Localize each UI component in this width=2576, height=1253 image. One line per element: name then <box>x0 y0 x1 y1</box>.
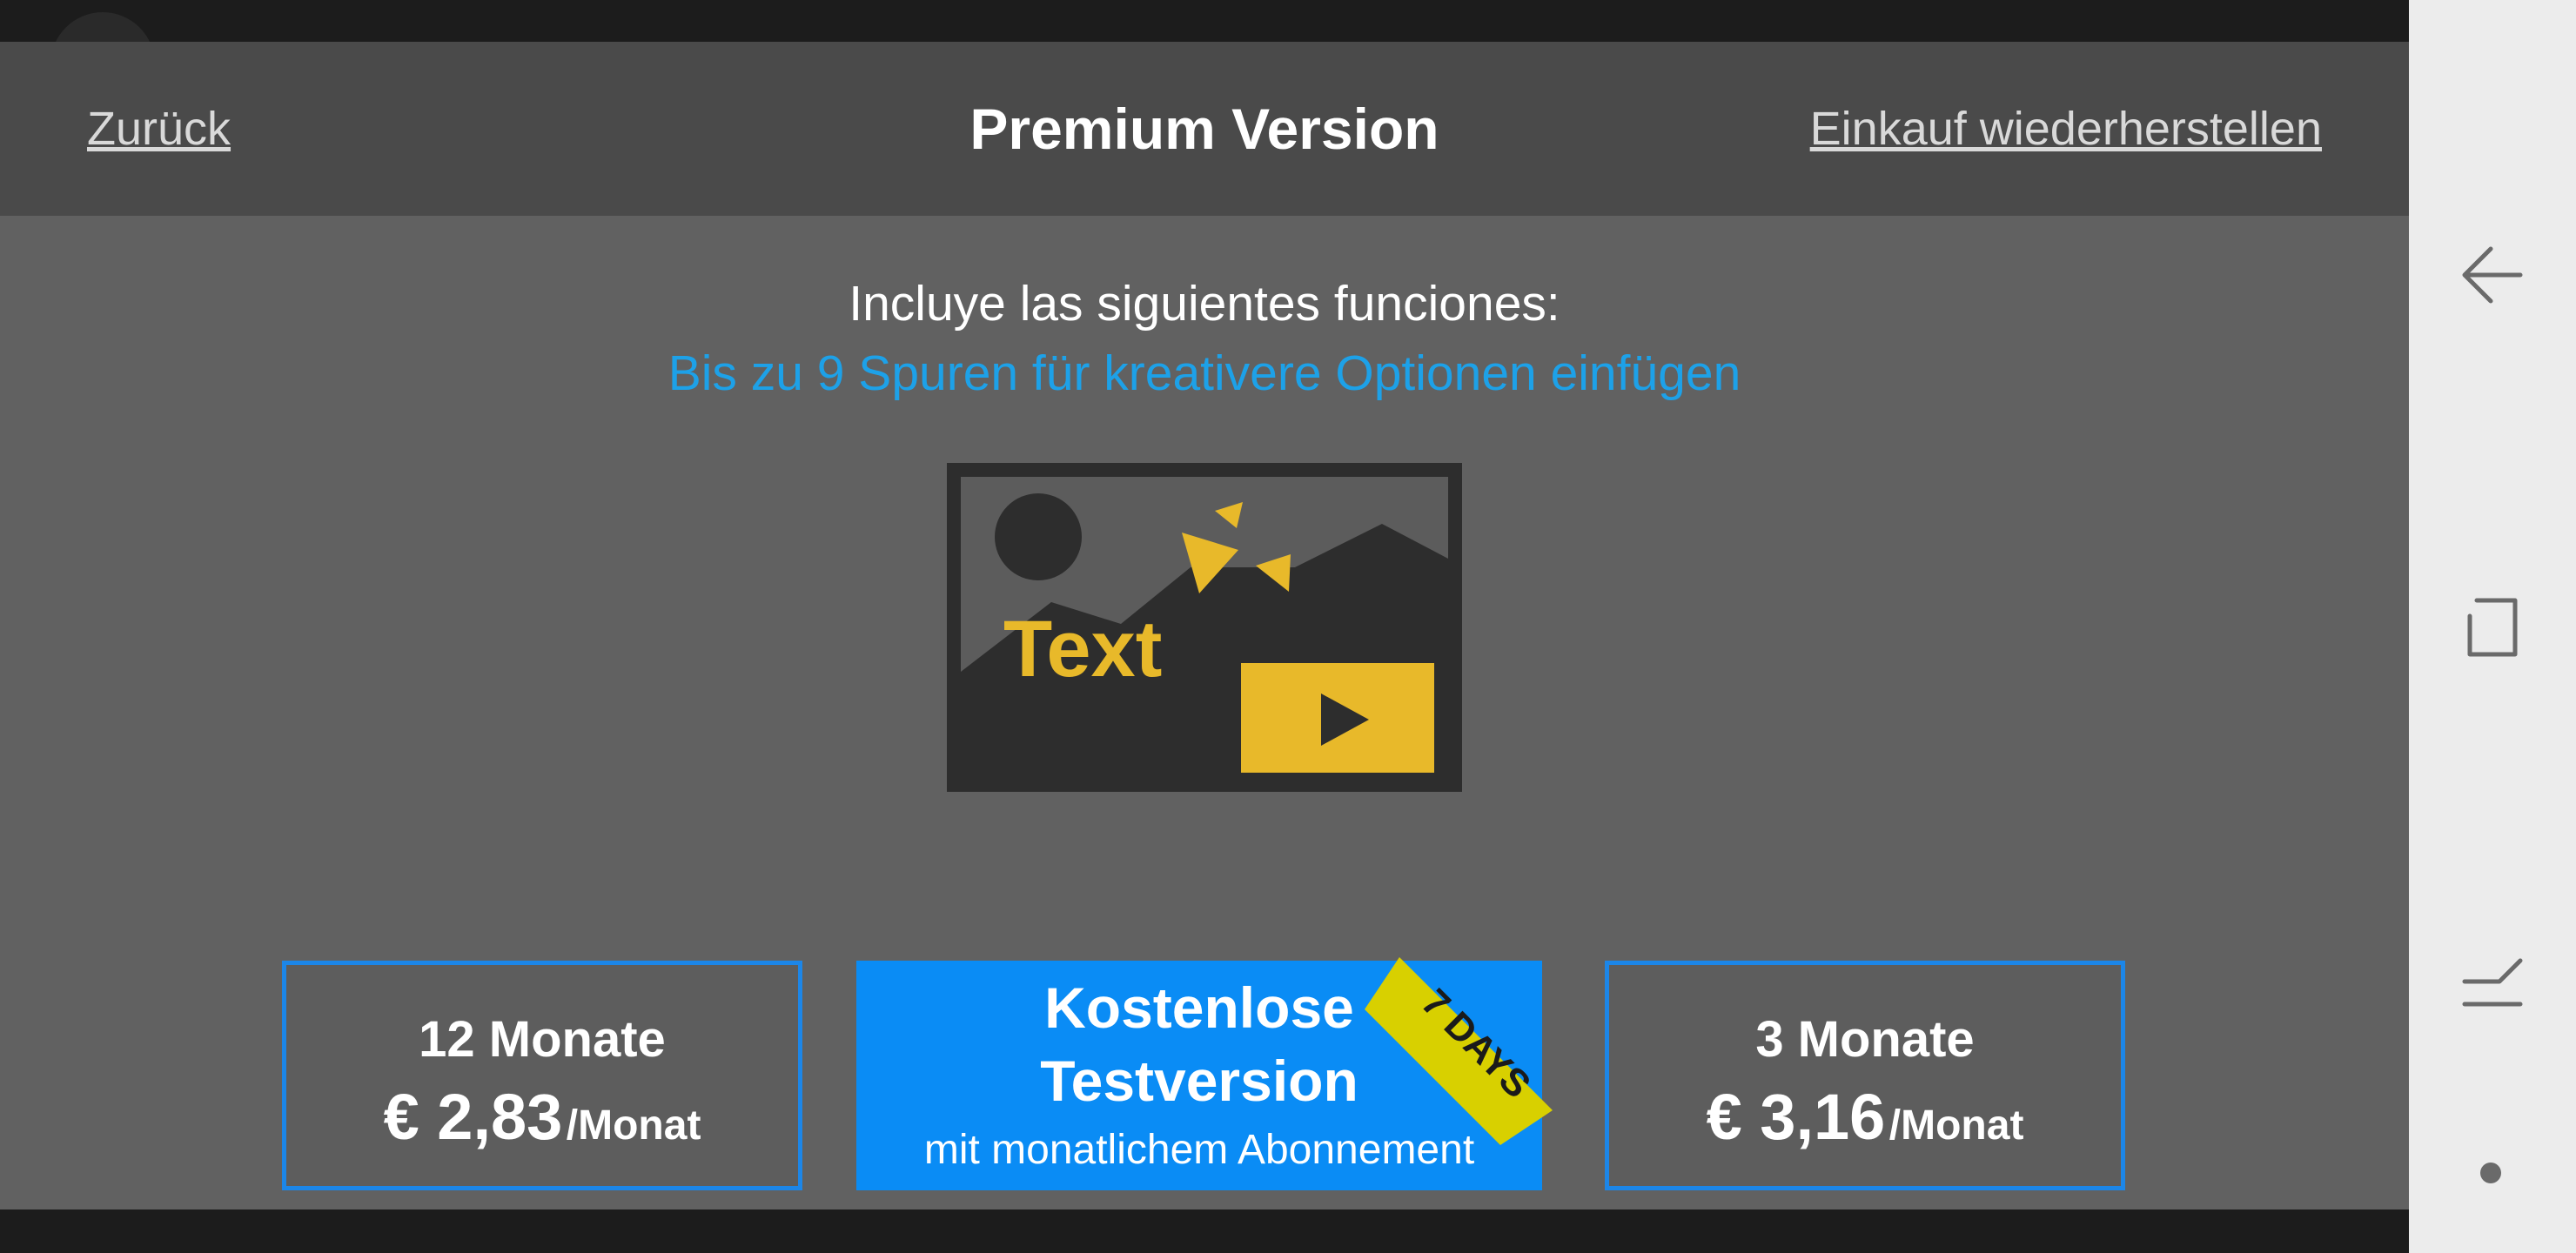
home-icon[interactable] <box>2451 941 2534 1025</box>
system-navigation-bar <box>2409 0 2576 1253</box>
price-unit: /Monat <box>566 1102 701 1149</box>
status-bar <box>0 0 2409 64</box>
plan-name: 3 Monate <box>1755 1011 1975 1068</box>
seven-days-badge: 7 DAYS <box>1365 957 1553 1145</box>
top-app-bar: Zurück Premium Version Einkauf wiederher… <box>0 42 2409 216</box>
plan-3-months[interactable]: 3 Monate € 3,16 /Monat <box>1605 961 2125 1190</box>
plan-12-months[interactable]: 12 Monate € 2,83 /Monat <box>282 961 802 1190</box>
features-headline: Incluye las siguientes funciones: <box>849 276 1560 332</box>
recents-icon[interactable] <box>2451 586 2534 670</box>
price-amount: € 2,83 <box>383 1081 563 1153</box>
back-icon[interactable] <box>2451 233 2534 317</box>
price-amount: € 3,16 <box>1706 1081 1886 1153</box>
bottom-strip <box>0 1209 2409 1253</box>
plan-price: € 2,83 /Monat <box>286 1080 798 1154</box>
plan-name: 12 Monate <box>419 1011 666 1068</box>
sun-circle-icon <box>995 493 1082 580</box>
feature-description: Bis zu 9 Spuren für kreativere Optionen … <box>667 345 1741 401</box>
price-unit: /Monat <box>1888 1102 2024 1149</box>
assistant-dot-icon[interactable] <box>2451 1131 2534 1215</box>
plan-price: € 3,16 /Monat <box>1609 1080 2121 1154</box>
image-text-label: Text <box>1003 605 1162 694</box>
restore-purchase-link[interactable]: Einkauf wiederherstellen <box>1810 42 2322 216</box>
feature-illustration[interactable]: Text <box>947 463 1462 792</box>
